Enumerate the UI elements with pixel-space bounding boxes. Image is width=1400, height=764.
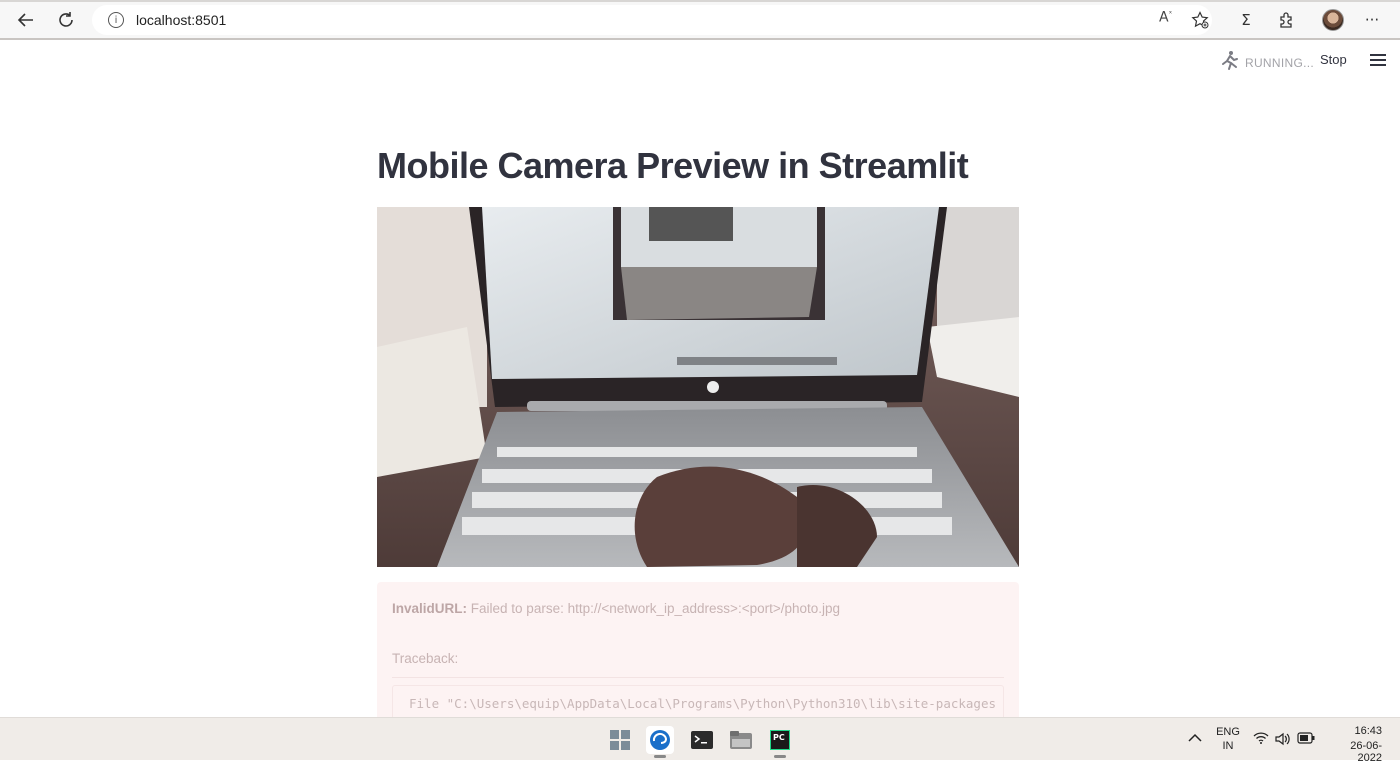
traceback-label: Traceback: xyxy=(392,651,459,666)
terminal-icon[interactable] xyxy=(688,726,716,754)
hamburger-menu-icon[interactable] xyxy=(1370,54,1386,66)
traceback-divider xyxy=(392,677,1004,678)
add-favorite-icon[interactable] xyxy=(1188,8,1212,32)
volume-icon[interactable] xyxy=(1275,732,1291,750)
pycharm-icon[interactable]: PC xyxy=(766,726,794,758)
math-glyph: Σ xyxy=(1241,11,1251,29)
windows-taskbar: PC ENG IN 16:43 26-06-2022 xyxy=(0,717,1400,764)
clock-time: 16:43 xyxy=(1354,725,1382,737)
camera-preview-image xyxy=(377,207,1019,567)
clock-date: 26-06-2022 xyxy=(1350,740,1382,764)
active-app-indicator xyxy=(654,755,666,758)
running-app-indicator xyxy=(774,755,786,758)
address-bar[interactable]: i localhost:8501 xyxy=(92,5,1212,35)
profile-avatar[interactable] xyxy=(1322,9,1344,31)
running-status: RUNNING... xyxy=(1219,50,1314,75)
windows-start-icon[interactable] xyxy=(606,726,634,754)
back-arrow-icon[interactable] xyxy=(12,6,40,34)
refresh-icon[interactable] xyxy=(52,6,80,34)
math-solver-icon[interactable]: Σ xyxy=(1234,8,1258,32)
edge-browser-icon[interactable] xyxy=(646,726,674,758)
error-line: InvalidURL: Failed to parse: http://<net… xyxy=(392,601,840,616)
pycharm-glyph: PC xyxy=(773,733,785,742)
battery-icon[interactable] xyxy=(1297,732,1315,748)
running-man-icon xyxy=(1219,50,1239,75)
extensions-icon[interactable] xyxy=(1275,8,1299,32)
more-glyph: ··· xyxy=(1364,11,1380,29)
info-icon[interactable]: i xyxy=(108,12,124,28)
error-message-box: InvalidURL: Failed to parse: http://<net… xyxy=(377,582,1019,722)
more-options-icon[interactable]: ··· xyxy=(1360,8,1384,32)
language-line1: ENG xyxy=(1216,726,1240,738)
read-aloud-icon[interactable]: Aˣ xyxy=(1159,9,1172,26)
wifi-icon[interactable] xyxy=(1253,732,1269,748)
url-text[interactable]: localhost:8501 xyxy=(136,12,226,28)
running-status-text: RUNNING... xyxy=(1245,55,1314,70)
read-aloud-glyph: A xyxy=(1159,9,1169,26)
language-line2: IN xyxy=(1222,740,1234,752)
browser-toolbar: i localhost:8501 Aˣ Σ ··· xyxy=(0,0,1400,40)
error-message: Failed to parse: http://<network_ip_addr… xyxy=(470,601,841,616)
file-explorer-icon[interactable] xyxy=(727,726,755,754)
traceback-code-line: File "C:\Users\equip\AppData\Local\Progr… xyxy=(409,696,996,711)
page-title: Mobile Camera Preview in Streamlit xyxy=(377,145,969,186)
show-hidden-icons-chevron-icon[interactable] xyxy=(1188,732,1202,747)
clock[interactable]: 16:43 26-06-2022 xyxy=(1326,725,1382,764)
language-indicator[interactable]: ENG IN xyxy=(1216,726,1240,752)
exception-type: InvalidURL: xyxy=(392,601,468,616)
stop-button[interactable]: Stop xyxy=(1320,52,1347,67)
tab-strip xyxy=(0,0,1400,2)
